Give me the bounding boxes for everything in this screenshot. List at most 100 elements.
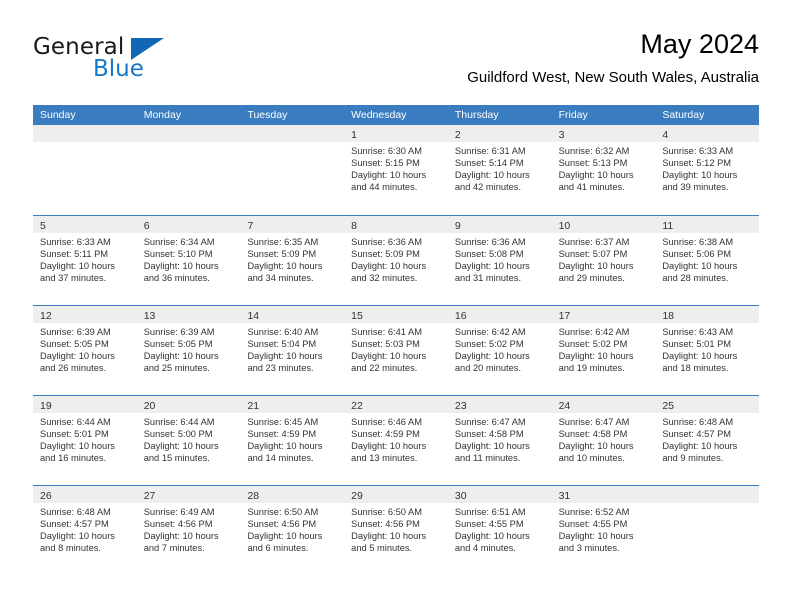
day-cell[interactable]: 9 Sunrise: 6:36 AM Sunset: 5:08 PM Daylight… — [447, 216, 552, 305]
day-cell[interactable]: 23 Sunrise: 6:47 AM Sunset: 4:58 PM Dayligh… — [447, 396, 552, 485]
day-cell[interactable]: 15 Sunrise: 6:41 AM Sunset: 5:03 PM Dayligh… — [344, 306, 448, 395]
daylight-line1-text: Daylight: 10 hours — [454, 351, 530, 362]
day-number-band: 3 — [551, 125, 656, 142]
sunrise-text: Sunrise: 6:42 AM — [558, 327, 630, 337]
day-cell[interactable]: 5 Sunrise: 6:33 AM Sunset: 5:11 PM Daylight… — [33, 216, 137, 305]
day-cell[interactable]: 1 Sunrise: 6:30 AM Sunset: 5:15 PM Daylight… — [344, 125, 448, 215]
day-cell[interactable]: 2 Sunrise: 6:31 AM Sunset: 5:14 PM Daylight… — [447, 125, 552, 215]
sunset-text: Sunset: 5:08 PM — [454, 249, 524, 260]
day-sun-info: Sunrise: 6:44 AM Sunset: 5:01 PM Daylight:… — [33, 413, 137, 464]
day-number-band: 5 — [33, 216, 137, 233]
day-cell[interactable]: 28 Sunrise: 6:50 AM Sunset: 4:56 PM Dayligh… — [240, 486, 345, 575]
sunset-text: Sunset: 4:56 PM — [143, 519, 213, 530]
daylight-line1-text: Daylight: 10 hours — [662, 351, 738, 362]
sunrise-text: Sunrise: 6:40 AM — [247, 327, 319, 337]
day-number: 7 — [247, 220, 254, 232]
day-cell[interactable]: 25 Sunrise: 6:48 AM Sunset: 4:57 PM Dayligh… — [655, 396, 760, 485]
sunset-text: Sunset: 5:02 PM — [558, 339, 628, 350]
sunrise-text: Sunrise: 6:38 AM — [662, 237, 734, 247]
day-cell[interactable]: 8 Sunrise: 6:36 AM Sunset: 5:09 PM Daylight… — [344, 216, 448, 305]
sunrise-text: Sunrise: 6:51 AM — [454, 507, 526, 517]
day-number-band: 30 — [447, 486, 552, 503]
day-cell[interactable]: 12 Sunrise: 6:39 AM Sunset: 5:05 PM Dayligh… — [33, 306, 137, 395]
daylight-line2-text: and 36 minutes. — [143, 273, 210, 284]
day-cell[interactable]: 7 Sunrise: 6:35 AM Sunset: 5:09 PM Daylight… — [240, 216, 345, 305]
daylight-line1-text: Daylight: 10 hours — [143, 441, 219, 452]
day-number-band: 14 — [240, 306, 345, 323]
day-cell[interactable]: 6 Sunrise: 6:34 AM Sunset: 5:10 PM Daylight… — [136, 216, 241, 305]
day-number-band: 4 — [655, 125, 760, 142]
sunrise-text: Sunrise: 6:31 AM — [454, 146, 526, 156]
day-cell[interactable]: 18 Sunrise: 6:43 AM Sunset: 5:01 PM Dayligh… — [655, 306, 760, 395]
general-blue-logo[interactable]: General Blue — [33, 34, 253, 92]
day-number-band: 20 — [136, 396, 241, 413]
day-cell[interactable]: 24 Sunrise: 6:47 AM Sunset: 4:58 PM Dayligh… — [551, 396, 656, 485]
day-cell[interactable]: 16 Sunrise: 6:42 AM Sunset: 5:02 PM Dayligh… — [447, 306, 552, 395]
day-cell[interactable]: 26 Sunrise: 6:48 AM Sunset: 4:57 PM Dayligh… — [33, 486, 137, 575]
sunrise-text: Sunrise: 6:33 AM — [662, 146, 734, 156]
sunset-text: Sunset: 5:05 PM — [40, 339, 109, 350]
daylight-line2-text: and 23 minutes. — [247, 363, 314, 374]
sunrise-text: Sunrise: 6:43 AM — [662, 327, 734, 337]
day-cell[interactable]: 3 Sunrise: 6:32 AM Sunset: 5:13 PM Daylight… — [551, 125, 656, 215]
day-cell[interactable]: 17 Sunrise: 6:42 AM Sunset: 5:02 PM Dayligh… — [551, 306, 656, 395]
weekday-header-thursday: Thursday — [454, 109, 499, 121]
daylight-line2-text: and 4 minutes. — [454, 543, 516, 554]
day-cell[interactable]: 19 Sunrise: 6:44 AM Sunset: 5:01 PM Dayligh… — [33, 396, 137, 485]
sunset-text: Sunset: 4:57 PM — [40, 519, 109, 530]
day-number: 23 — [454, 400, 467, 412]
day-sun-info: Sunrise: 6:36 AM Sunset: 5:09 PM Daylight:… — [344, 233, 448, 284]
day-cell[interactable]: 22 Sunrise: 6:46 AM Sunset: 4:59 PM Dayligh… — [344, 396, 448, 485]
day-cell[interactable]: 13 Sunrise: 6:39 AM Sunset: 5:05 PM Dayligh… — [136, 306, 241, 395]
daylight-line2-text: and 37 minutes. — [40, 273, 107, 284]
day-sun-info: Sunrise: 6:37 AM Sunset: 5:07 PM Daylight:… — [552, 233, 656, 284]
day-cell[interactable]: 20 Sunrise: 6:44 AM Sunset: 5:00 PM Dayligh… — [136, 396, 241, 485]
daylight-line1-text: Daylight: 10 hours — [143, 531, 219, 542]
daylight-line2-text: and 26 minutes. — [40, 363, 107, 374]
day-sun-info: Sunrise: 6:31 AM Sunset: 5:14 PM Daylight:… — [448, 142, 552, 193]
daylight-line1-text: Daylight: 10 hours — [351, 351, 427, 362]
sunset-text: Sunset: 4:59 PM — [247, 429, 317, 440]
day-cell[interactable]: 21 Sunrise: 6:45 AM Sunset: 4:59 PM Dayligh… — [240, 396, 345, 485]
day-cell[interactable]: 4 Sunrise: 6:33 AM Sunset: 5:12 PM Daylight… — [655, 125, 760, 215]
day-number: 2 — [454, 129, 461, 141]
daylight-line2-text: and 10 minutes. — [558, 453, 625, 464]
day-number: 22 — [351, 400, 363, 412]
daylight-line1-text: Daylight: 10 hours — [662, 261, 738, 272]
day-number-band: 23 — [447, 396, 552, 413]
sunset-text: Sunset: 4:58 PM — [454, 429, 524, 440]
weekday-header-monday: Monday — [143, 109, 182, 121]
calendar-week-row: 26 Sunrise: 6:48 AM Sunset: 4:57 PM Dayligh… — [33, 485, 760, 575]
day-number: 29 — [351, 490, 363, 502]
day-number-band: 9 — [447, 216, 552, 233]
daylight-line2-text: and 13 minutes. — [351, 453, 418, 464]
sunrise-text: Sunrise: 6:32 AM — [558, 146, 630, 156]
day-number-band: 15 — [344, 306, 448, 323]
day-sun-info: Sunrise: 6:36 AM Sunset: 5:08 PM Daylight:… — [448, 233, 552, 284]
day-number: 14 — [247, 310, 260, 322]
weekday-header-wednesday: Wednesday — [351, 109, 407, 121]
day-cell[interactable]: 27 Sunrise: 6:49 AM Sunset: 4:56 PM Dayligh… — [136, 486, 241, 575]
day-cell[interactable]: 30 Sunrise: 6:51 AM Sunset: 4:55 PM Dayligh… — [447, 486, 552, 575]
day-number-band: 31 — [551, 486, 656, 503]
daylight-line1-text: Daylight: 10 hours — [247, 441, 323, 452]
sunrise-text: Sunrise: 6:47 AM — [558, 417, 630, 427]
sunset-text: Sunset: 5:15 PM — [351, 158, 420, 169]
sunset-text: Sunset: 5:01 PM — [662, 339, 732, 350]
daylight-line2-text: and 6 minutes. — [247, 543, 309, 554]
day-cell[interactable]: 31 Sunrise: 6:52 AM Sunset: 4:55 PM Dayligh… — [551, 486, 656, 575]
day-cell[interactable]: 11 Sunrise: 6:38 AM Sunset: 5:06 PM Dayligh… — [655, 216, 760, 305]
sunset-text: Sunset: 5:01 PM — [40, 429, 109, 440]
day-number: 16 — [454, 310, 467, 322]
daylight-line2-text: and 9 minutes. — [662, 453, 724, 464]
daylight-line1-text: Daylight: 10 hours — [454, 441, 530, 452]
sunrise-text: Sunrise: 6:41 AM — [351, 327, 422, 337]
day-cell[interactable]: 10 Sunrise: 6:37 AM Sunset: 5:07 PM Dayligh… — [551, 216, 656, 305]
day-number-band: 2 — [447, 125, 552, 142]
sunset-text: Sunset: 4:55 PM — [454, 519, 524, 530]
sunset-text: Sunset: 5:12 PM — [662, 158, 732, 169]
daylight-line2-text: and 28 minutes. — [662, 273, 729, 284]
day-cell[interactable]: 14 Sunrise: 6:40 AM Sunset: 5:04 PM Dayligh… — [240, 306, 345, 395]
day-sun-info: Sunrise: 6:33 AM Sunset: 5:12 PM Daylight:… — [655, 142, 759, 193]
day-cell[interactable]: 29 Sunrise: 6:50 AM Sunset: 4:56 PM Dayligh… — [344, 486, 448, 575]
